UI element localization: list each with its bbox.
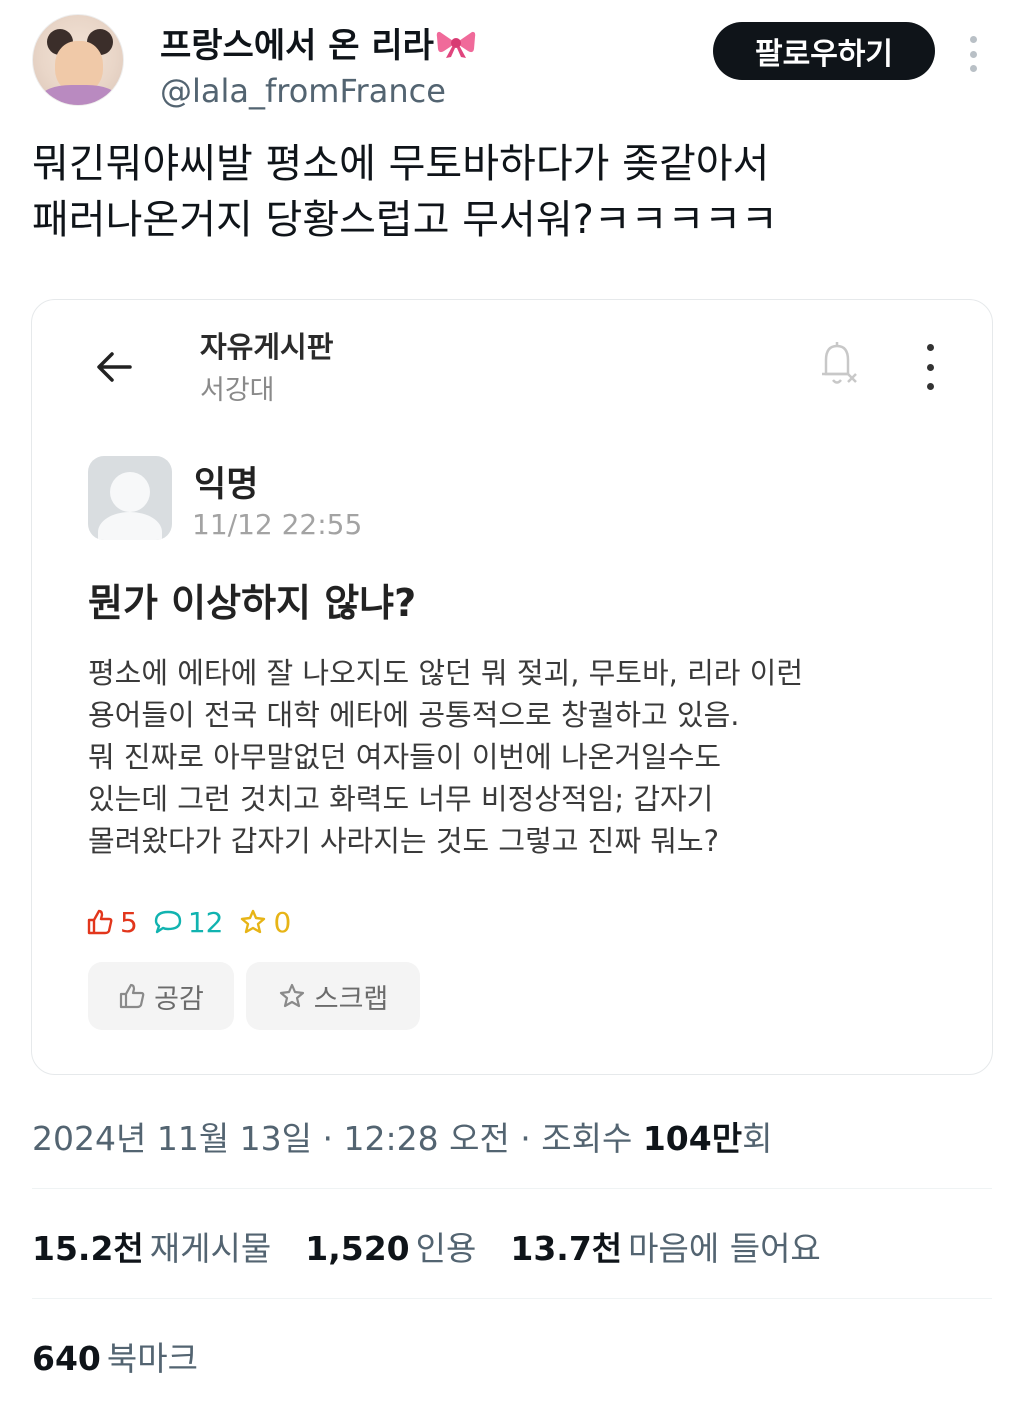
- follow-button[interactable]: 팔로우하기: [713, 22, 935, 80]
- like-stat: 5: [86, 906, 138, 939]
- view-count-suffix: 회: [742, 1119, 773, 1158]
- post-stats: 5 12 0: [86, 904, 307, 940]
- quote-count: 1,520: [305, 1229, 410, 1268]
- tweet-meta: 2024년 11월 13일 · 12:28 오전 · 조회수 104만회: [32, 1112, 772, 1160]
- post-time: 11/12 22:55: [192, 508, 363, 541]
- like-count: 5: [120, 905, 138, 939]
- post-body-line: 뭐 진짜로 아무말없던 여자들이 이번에 나온거일수도: [88, 740, 722, 774]
- display-name-text: 프랑스에서 온 리라: [160, 26, 434, 66]
- star-icon: [241, 909, 266, 934]
- tweet-like-label: 마음에 들어요: [628, 1229, 821, 1268]
- tweet-like-count: 13.7천: [510, 1229, 623, 1268]
- tweet-header: 프랑스에서 온 리라 @lala_fromFrance 팔로우하기: [32, 12, 992, 112]
- comment-stat: 12: [154, 905, 224, 939]
- post-body-line: 몰려왔다가 갑자기 사라지는 것도 그렇고 진짜 뭐노?: [88, 824, 719, 858]
- scrap-count: 0: [273, 905, 292, 939]
- quote-label: 인용: [415, 1229, 477, 1268]
- user-handle[interactable]: @lala_fromFrance: [160, 72, 446, 110]
- engagement-counts: 15.2천 재게시물 1,520 인용 13.7천 마음에 들어요: [32, 1222, 855, 1270]
- post-title: 뭔가 이상하지 않냐?: [88, 581, 417, 625]
- like-button-label: 공감: [154, 983, 204, 1015]
- author-avatar: [88, 456, 172, 540]
- retweet-label: 재게시물: [149, 1229, 272, 1268]
- tweet-datetime[interactable]: 2024년 11월 13일 · 12:28 오전 · 조회수: [32, 1119, 643, 1158]
- divider: [32, 1298, 992, 1299]
- board-school: 서강대: [200, 375, 275, 406]
- kebab-icon: [920, 344, 940, 390]
- retweet-count: 15.2천: [32, 1229, 144, 1268]
- scrap-button: 스크랩: [246, 962, 420, 1030]
- view-count: 104만: [642, 1119, 743, 1158]
- post-body: 평소에 에타에 잘 나오지도 않던 뭐 젖괴, 무토바, 리라 이런 용어들이 …: [88, 652, 968, 862]
- retweet-count-link[interactable]: 15.2천 재게시물: [32, 1222, 271, 1270]
- display-name[interactable]: 프랑스에서 온 리라: [160, 18, 476, 67]
- bookmark-count: 640: [32, 1339, 101, 1378]
- attached-image[interactable]: 자유게시판 서강대 익명 11/12 22:55 뭔가 이상하지 않냐? 평소에…: [31, 299, 993, 1075]
- like-button: 공감: [88, 962, 234, 1030]
- bookmark-label: 북마크: [106, 1339, 198, 1378]
- star-icon: [279, 983, 304, 1008]
- divider: [32, 1188, 992, 1189]
- quote-count-link[interactable]: 1,520 인용: [305, 1222, 476, 1270]
- board-title: 자유게시판: [200, 330, 334, 364]
- bookmark-count-link[interactable]: 640 북마크: [32, 1332, 198, 1380]
- comment-count: 12: [187, 905, 224, 939]
- bow-icon: [436, 28, 476, 58]
- tweet-text: 뭐긴뭐야씨발 평소에 무토바하다가 좆같아서 패러나온거지 당황스럽고 무서워?…: [32, 136, 992, 248]
- more-icon[interactable]: [958, 32, 988, 76]
- tweet-line: 패러나온거지 당황스럽고 무서워?ㅋㅋㅋㅋㅋ: [32, 197, 778, 243]
- scrap-stat: 0: [239, 906, 291, 939]
- thumbs-up-icon: [87, 909, 113, 935]
- author-name: 익명: [194, 465, 259, 505]
- bell-off-icon: [812, 336, 862, 392]
- thumbs-up-icon: [120, 983, 145, 1009]
- post-body-line: 용어들이 전국 대학 에타에 공통적으로 창궐하고 있음.: [88, 698, 740, 732]
- post-body-line: 있는데 그런 것치고 화력도 너무 비정상적임; 갑자기: [88, 782, 714, 816]
- avatar[interactable]: [32, 14, 124, 106]
- tweet-line: 뭐긴뭐야씨발 평소에 무토바하다가 좆같아서: [32, 141, 770, 187]
- scrap-button-label: 스크랩: [313, 983, 389, 1015]
- comment-icon: [154, 910, 182, 934]
- like-count-link[interactable]: 13.7천 마음에 들어요: [510, 1222, 820, 1270]
- back-arrow-icon: [90, 342, 140, 392]
- post-body-line: 평소에 에타에 잘 나오지도 않던 뭐 젖괴, 무토바, 리라 이런: [88, 656, 804, 690]
